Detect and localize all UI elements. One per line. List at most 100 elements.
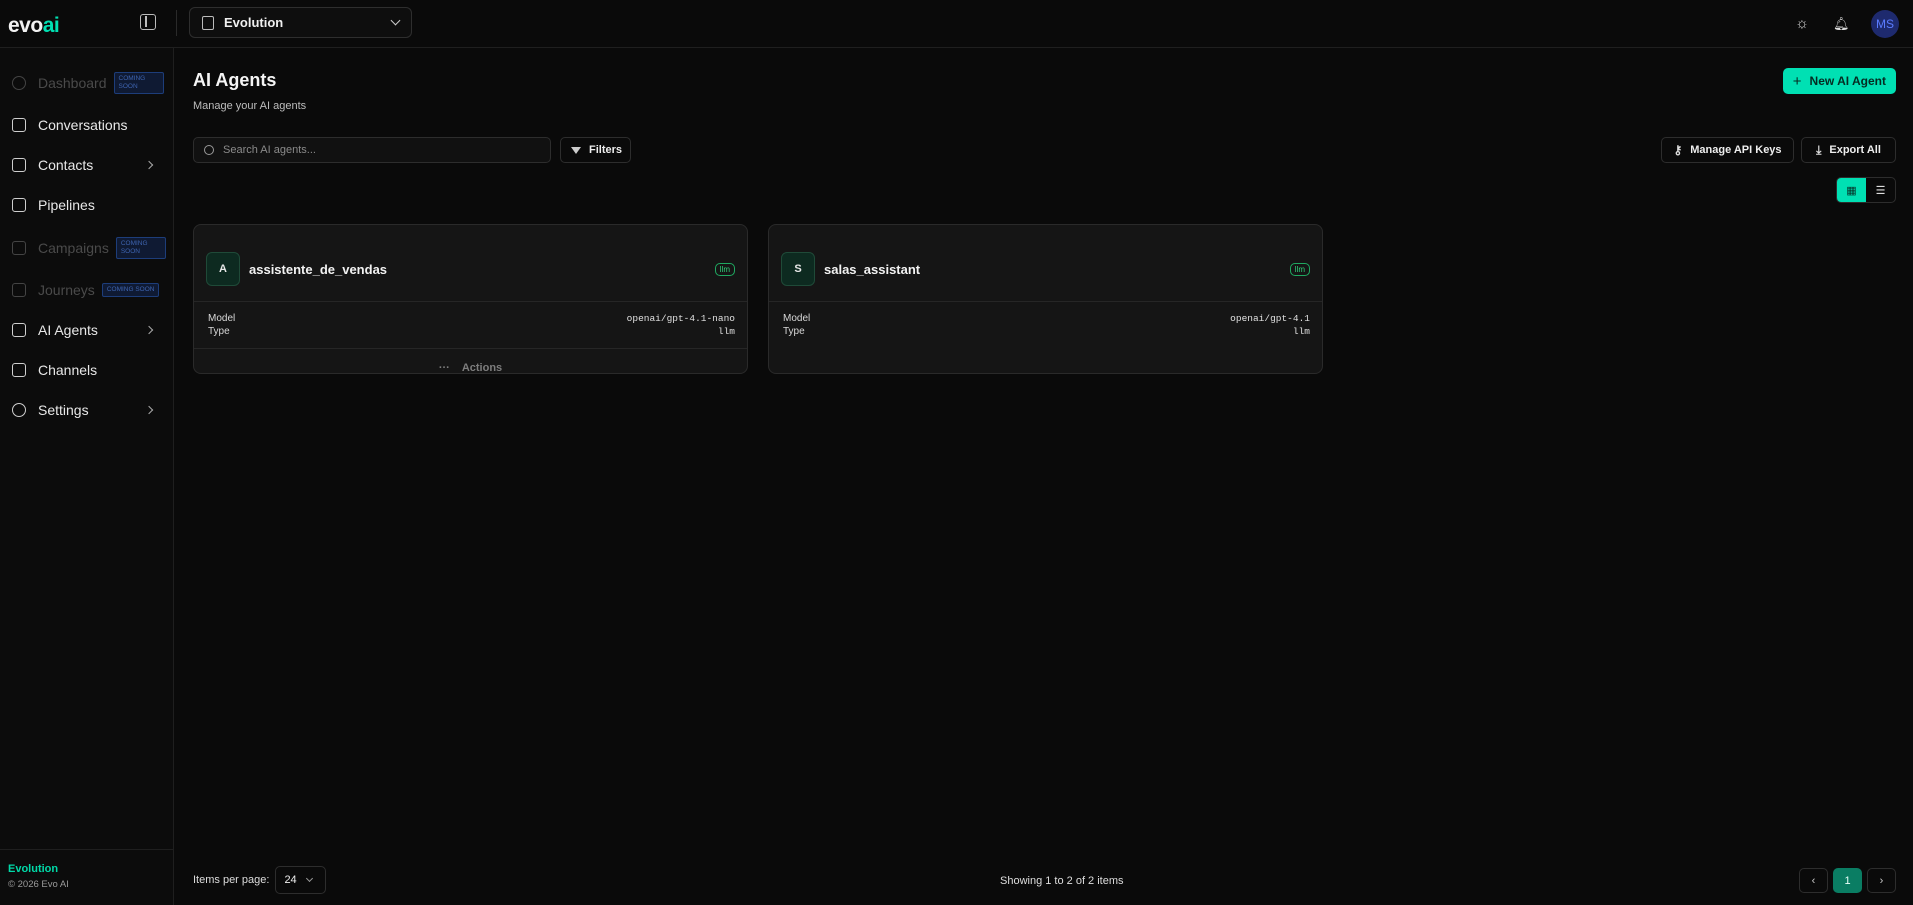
agent-name: assistente_de_vendas [249,261,388,277]
copyright: © 2026 Evo AI [8,879,69,890]
key-icon: ⚷ [1673,143,1683,157]
contact-icon [12,158,26,172]
sidebar-item-label: Conversations [38,117,128,133]
sidebar-item-label: Journeys [38,282,95,298]
divider [194,348,747,349]
type-value: llm [717,326,735,337]
actions-button[interactable]: ··· Actions [194,362,747,374]
sidebar-item-channels[interactable]: Channels [0,352,174,388]
view-toggle: ▦ ☰ [1836,177,1896,203]
search-box[interactable] [193,137,551,163]
sidebar-item-journeys: Journeys COMING SOON [0,272,174,308]
type-label: Type [783,326,805,337]
coming-soon-badge: COMING SOON [101,283,160,297]
agent-avatar: S [781,252,815,286]
chevron-right-icon [144,325,154,335]
page-title: AI Agents [193,70,277,90]
sidebar-item-contacts[interactable]: Contacts [0,147,174,183]
model-label: Model [208,313,236,324]
bell-icon[interactable]: 🔔︎ [1833,17,1850,31]
export-all-button[interactable]: ⤓ Export All [1801,137,1896,163]
coming-soon-badge: COMING SOON [113,72,164,94]
avatar[interactable]: MS [1871,10,1899,38]
button-label: New AI Agent [1809,74,1886,88]
divider [176,10,177,36]
sidebar-item-ai-agents[interactable]: AI Agents [0,312,174,348]
more-horizontal-icon: ··· [438,362,450,374]
agent-card[interactable]: S salas_assistant llm Model openai/gpt-4… [768,224,1323,374]
message-square-icon [12,118,26,132]
sidebar: Dashboard COMING SOON Conversations Cont… [0,48,174,905]
sidebar-item-conversations[interactable]: Conversations [0,107,174,143]
workspace-label: Evolution [8,863,59,875]
main-content: AI Agents Manage your AI agents + New AI… [175,48,1913,905]
top-bar: evo ai Evolution ☼ 🔔︎ MS [0,0,1913,48]
route-icon [12,283,26,297]
evo-ai-logo[interactable]: evo ai [8,8,60,38]
search-icon [204,145,214,155]
building-icon [202,15,214,30]
type-value: llm [1292,326,1310,337]
sidebar-item-label: Channels [38,362,98,378]
filters-button[interactable]: Filters [560,137,632,163]
sidebar-item-label: Contacts [38,157,94,173]
next-page-button[interactable]: › [1867,868,1896,893]
agent-type-badge: llm [1289,262,1310,276]
pagination-bar: Items per page: 24 Showing 1 to 2 of 2 i… [175,859,1913,905]
model-label: Model [783,313,811,324]
search-input[interactable] [223,144,523,156]
download-icon: ⤓ [1816,142,1822,157]
coming-soon-badge: COMING SOON [115,237,166,259]
page-button[interactable]: 1 [1833,868,1862,893]
layers-icon [12,363,26,377]
type-label: Type [208,326,230,337]
button-label: Export All [1829,144,1881,156]
button-label: Manage API Keys [1690,144,1782,156]
prev-page-button[interactable]: ‹ [1799,868,1828,893]
sidebar-item-label: AI Agents [38,322,98,338]
theme-toggle-icon[interactable]: ☼ [1795,16,1809,31]
divider [194,301,747,302]
chevron-down-icon [305,874,313,882]
sidebar-item-label: Dashboard [38,75,107,91]
agent-type-badge: llm [714,262,735,276]
chevron-down-icon [390,15,401,26]
list-view-icon[interactable]: ☰ [1866,178,1895,202]
items-per-page-select[interactable]: 24 [275,866,327,894]
sidebar-item-dashboard: Dashboard COMING SOON [0,65,174,101]
kanban-icon [12,198,26,212]
filter-icon [571,146,581,154]
agent-name: salas_assistant [824,261,921,277]
items-per-page-value: 24 [284,874,297,886]
sidebar-item-label: Pipelines [38,197,95,213]
workspace-select[interactable]: Evolution [189,7,412,38]
sidebar-footer: Evolution © 2026 Evo AI [0,849,174,905]
new-ai-agent-button[interactable]: + New AI Agent [1782,68,1896,94]
sidebar-item-pipelines[interactable]: Pipelines [0,187,174,223]
chevron-right-icon [144,160,154,170]
page-subtitle: Manage your AI agents [193,100,307,112]
items-per-page-label: Items per page: [193,874,270,886]
model-value: openai/gpt-4.1-nano [626,313,735,324]
button-label: Filters [589,144,623,156]
manage-api-keys-button[interactable]: ⚷ Manage API Keys [1661,137,1794,163]
sidebar-item-settings[interactable]: Settings [0,392,174,428]
plus-icon: + [1792,72,1802,90]
showing-count: Showing 1 to 2 of 2 items [1000,875,1124,887]
megaphone-icon [12,241,26,255]
sidebar-item-label: Campaigns [38,240,109,256]
model-value: openai/gpt-4.1 [1230,313,1310,324]
sidebar-toggle-icon[interactable] [140,14,156,30]
sidebar-item-label: Settings [38,402,89,418]
bot-icon [12,323,26,337]
agent-avatar: A [206,252,240,286]
workspace-name: Evolution [224,15,284,30]
chevron-right-icon [144,405,154,415]
agent-card[interactable]: A assistente_de_vendas llm Model openai/… [193,224,748,374]
sidebar-item-campaigns: Campaigns COMING SOON [0,230,174,266]
gear-icon [12,403,26,417]
pie-chart-icon [12,76,26,90]
pager: ‹ 1 › [1799,868,1896,893]
divider [769,301,1322,302]
grid-view-icon[interactable]: ▦ [1837,178,1866,202]
